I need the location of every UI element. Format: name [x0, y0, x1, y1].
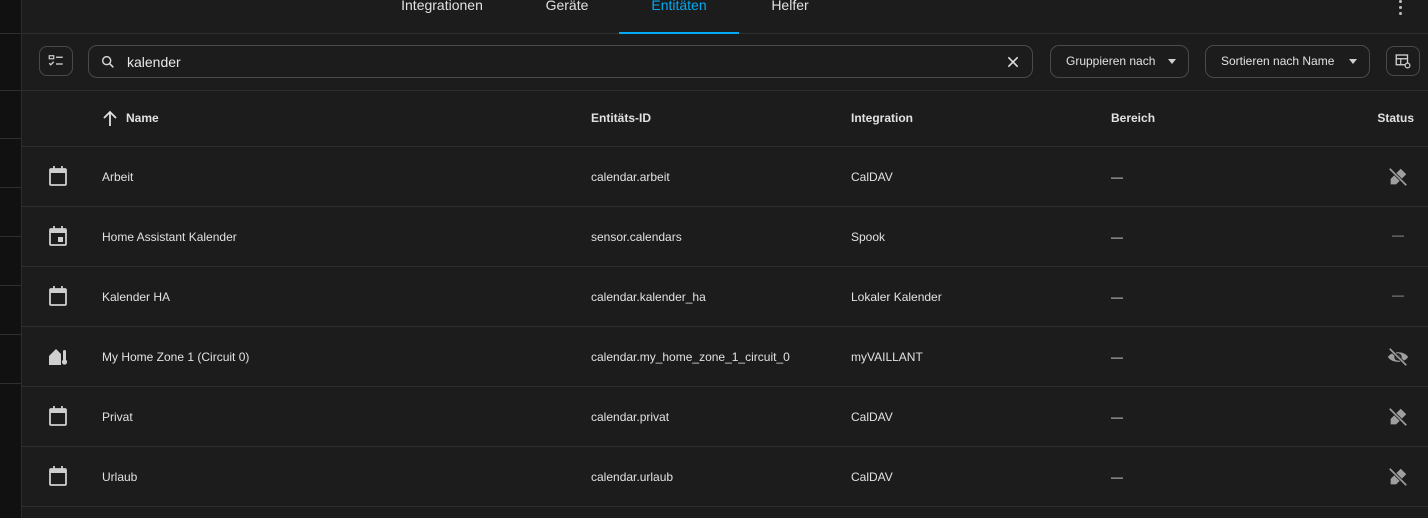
- hidden-eye-icon: [1386, 345, 1410, 369]
- table-row[interactable]: My Home Zone 1 (Circuit 0) calendar.my_h…: [22, 327, 1428, 387]
- table-row[interactable]: Privat calendar.privat CalDAV —: [22, 387, 1428, 447]
- selection-mode-button[interactable]: [39, 46, 73, 76]
- rail-divider: [0, 285, 21, 286]
- entity-area: —: [1111, 170, 1123, 184]
- table-row[interactable]: Urlaub calendar.urlaub CalDAV —: [22, 447, 1428, 507]
- read-only-icon: [1386, 465, 1410, 489]
- rail-divider: [0, 334, 21, 335]
- entity-integration: Spook: [851, 230, 886, 244]
- sidebar-rail: [0, 0, 22, 518]
- chevron-down-icon: [1349, 59, 1357, 64]
- sort-dropdown[interactable]: Sortieren nach Name: [1205, 45, 1370, 78]
- entity-status: —: [1392, 228, 1404, 242]
- entity-area: —: [1111, 410, 1123, 424]
- search-icon: [101, 55, 114, 68]
- entity-integration: myVAILLANT: [851, 350, 923, 364]
- entity-integration: CalDAV: [851, 170, 893, 184]
- entity-name: Kalender HA: [102, 290, 171, 304]
- entity-name: Home Assistant Kalender: [102, 230, 237, 244]
- search-input[interactable]: [127, 46, 987, 77]
- column-header-integration[interactable]: Integration: [851, 111, 913, 125]
- entity-area: —: [1111, 350, 1123, 364]
- filter-toolbar: Gruppieren nach Sortieren nach Name: [22, 34, 1428, 91]
- search-box: [88, 45, 1033, 78]
- tab-entities[interactable]: Entitäten: [619, 0, 739, 34]
- tab-bar: Integrationen Geräte Entitäten Helfer: [22, 0, 1428, 34]
- tab-integrations[interactable]: Integrationen: [377, 0, 507, 33]
- column-header-name[interactable]: Name: [126, 111, 159, 125]
- calendar-icon: [49, 406, 67, 426]
- clear-search-icon[interactable]: [1006, 55, 1020, 69]
- table-header: Name Entitäts-ID Integration Bereich Sta…: [22, 91, 1428, 147]
- home-thermometer-icon: [49, 349, 68, 365]
- rail-divider: [0, 90, 21, 91]
- entity-name: My Home Zone 1 (Circuit 0): [102, 350, 250, 364]
- table-row[interactable]: Kalender HA calendar.kalender_ha Lokaler…: [22, 267, 1428, 327]
- read-only-icon: [1386, 165, 1410, 189]
- tab-devices[interactable]: Geräte: [522, 0, 612, 33]
- table-row[interactable]: Arbeit calendar.arbeit CalDAV —: [22, 147, 1428, 207]
- calendar-icon: [49, 466, 67, 486]
- column-settings-button[interactable]: [1386, 46, 1420, 76]
- column-header-entity-id[interactable]: Entitäts-ID: [591, 111, 651, 125]
- entity-integration: CalDAV: [851, 410, 893, 424]
- group-by-dropdown[interactable]: Gruppieren nach: [1050, 45, 1189, 78]
- entity-name: Arbeit: [102, 170, 134, 184]
- entity-status: —: [1392, 288, 1404, 302]
- chevron-down-icon: [1168, 59, 1176, 64]
- entity-integration: Lokaler Kalender: [851, 290, 942, 304]
- entity-id: calendar.urlaub: [591, 470, 674, 484]
- rail-divider: [0, 383, 21, 384]
- rail-divider: [0, 33, 21, 34]
- entity-id: calendar.kalender_ha: [591, 290, 706, 304]
- entity-area: —: [1111, 290, 1123, 304]
- entity-name: Privat: [102, 410, 133, 424]
- column-header-status[interactable]: Status: [1377, 111, 1414, 125]
- overflow-menu-icon[interactable]: [1390, 0, 1410, 16]
- column-header-area[interactable]: Bereich: [1111, 111, 1155, 125]
- rail-divider: [0, 236, 21, 237]
- sort-ascending-icon[interactable]: [102, 109, 118, 127]
- table-row[interactable]: Home Assistant Kalender sensor.calendars…: [22, 207, 1428, 267]
- entity-id: calendar.privat: [591, 410, 670, 424]
- entity-name: Urlaub: [102, 470, 138, 484]
- read-only-icon: [1386, 405, 1410, 429]
- entity-area: —: [1111, 230, 1123, 244]
- calendar-icon: [49, 286, 67, 306]
- checklist-icon: [48, 55, 63, 66]
- entity-area: —: [1111, 470, 1123, 484]
- tab-helpers[interactable]: Helfer: [745, 0, 835, 33]
- entity-id: sensor.calendars: [591, 230, 682, 244]
- entity-id: calendar.arbeit: [591, 170, 670, 184]
- calendar-today-icon: [49, 226, 67, 246]
- table-settings-icon: [1395, 54, 1411, 69]
- entity-id: calendar.my_home_zone_1_circuit_0: [591, 350, 790, 364]
- calendar-icon: [49, 166, 67, 186]
- rail-divider: [0, 187, 21, 188]
- rail-divider: [0, 138, 21, 139]
- entity-integration: CalDAV: [851, 470, 893, 484]
